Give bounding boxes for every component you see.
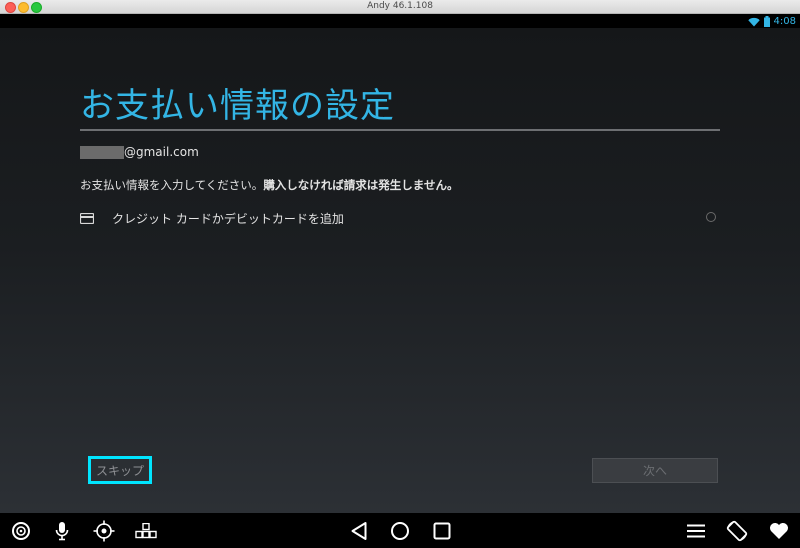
window-titlebar: Andy 46.1.108 — [0, 0, 800, 14]
home-icon[interactable] — [389, 513, 411, 548]
description-text: お支払い情報を入力してください。 — [80, 178, 264, 192]
title-divider — [80, 129, 720, 131]
add-card-radio[interactable] — [706, 212, 716, 222]
rotate-icon[interactable] — [725, 513, 749, 548]
add-card-option[interactable]: クレジット カードかデビットカードを追加 — [80, 208, 720, 228]
android-nav-bar — [0, 513, 800, 548]
menu-icon[interactable] — [685, 513, 707, 548]
account-email: @gmail.com — [80, 145, 199, 159]
keyboard-icon[interactable] — [134, 513, 158, 548]
account-domain: @gmail.com — [124, 145, 199, 159]
recents-icon[interactable] — [431, 513, 453, 548]
description-bold-text: 購入しなければ請求は発生しません。 — [263, 178, 459, 192]
emulator-window: Andy 46.1.108 4:08 お支払い情報の設定 @gmail.com — [0, 0, 800, 548]
payment-description: お支払い情報を入力してください。購入しなければ請求は発生しません。 — [80, 177, 458, 193]
status-clock: 4:08 — [773, 15, 796, 27]
heart-icon[interactable] — [768, 513, 790, 548]
next-button[interactable]: 次へ — [592, 458, 718, 483]
page-title: お支払い情報の設定 — [80, 86, 395, 126]
window-title: Andy 46.1.108 — [367, 1, 433, 11]
target-icon[interactable] — [10, 513, 32, 548]
microphone-icon[interactable] — [52, 513, 72, 548]
credit-card-icon — [80, 208, 98, 228]
setup-screen: お支払い情報の設定 @gmail.com お支払い情報を入力してください。購入し… — [0, 28, 800, 513]
android-status-bar: 4:08 — [0, 14, 800, 28]
add-card-label: クレジット カードかデビットカードを追加 — [112, 211, 344, 226]
back-icon[interactable] — [348, 513, 370, 548]
redacted-username — [80, 145, 124, 159]
status-icons: 4:08 — [747, 14, 796, 28]
crosshair-icon[interactable] — [93, 513, 115, 548]
skip-button[interactable]: スキップ — [88, 456, 152, 484]
